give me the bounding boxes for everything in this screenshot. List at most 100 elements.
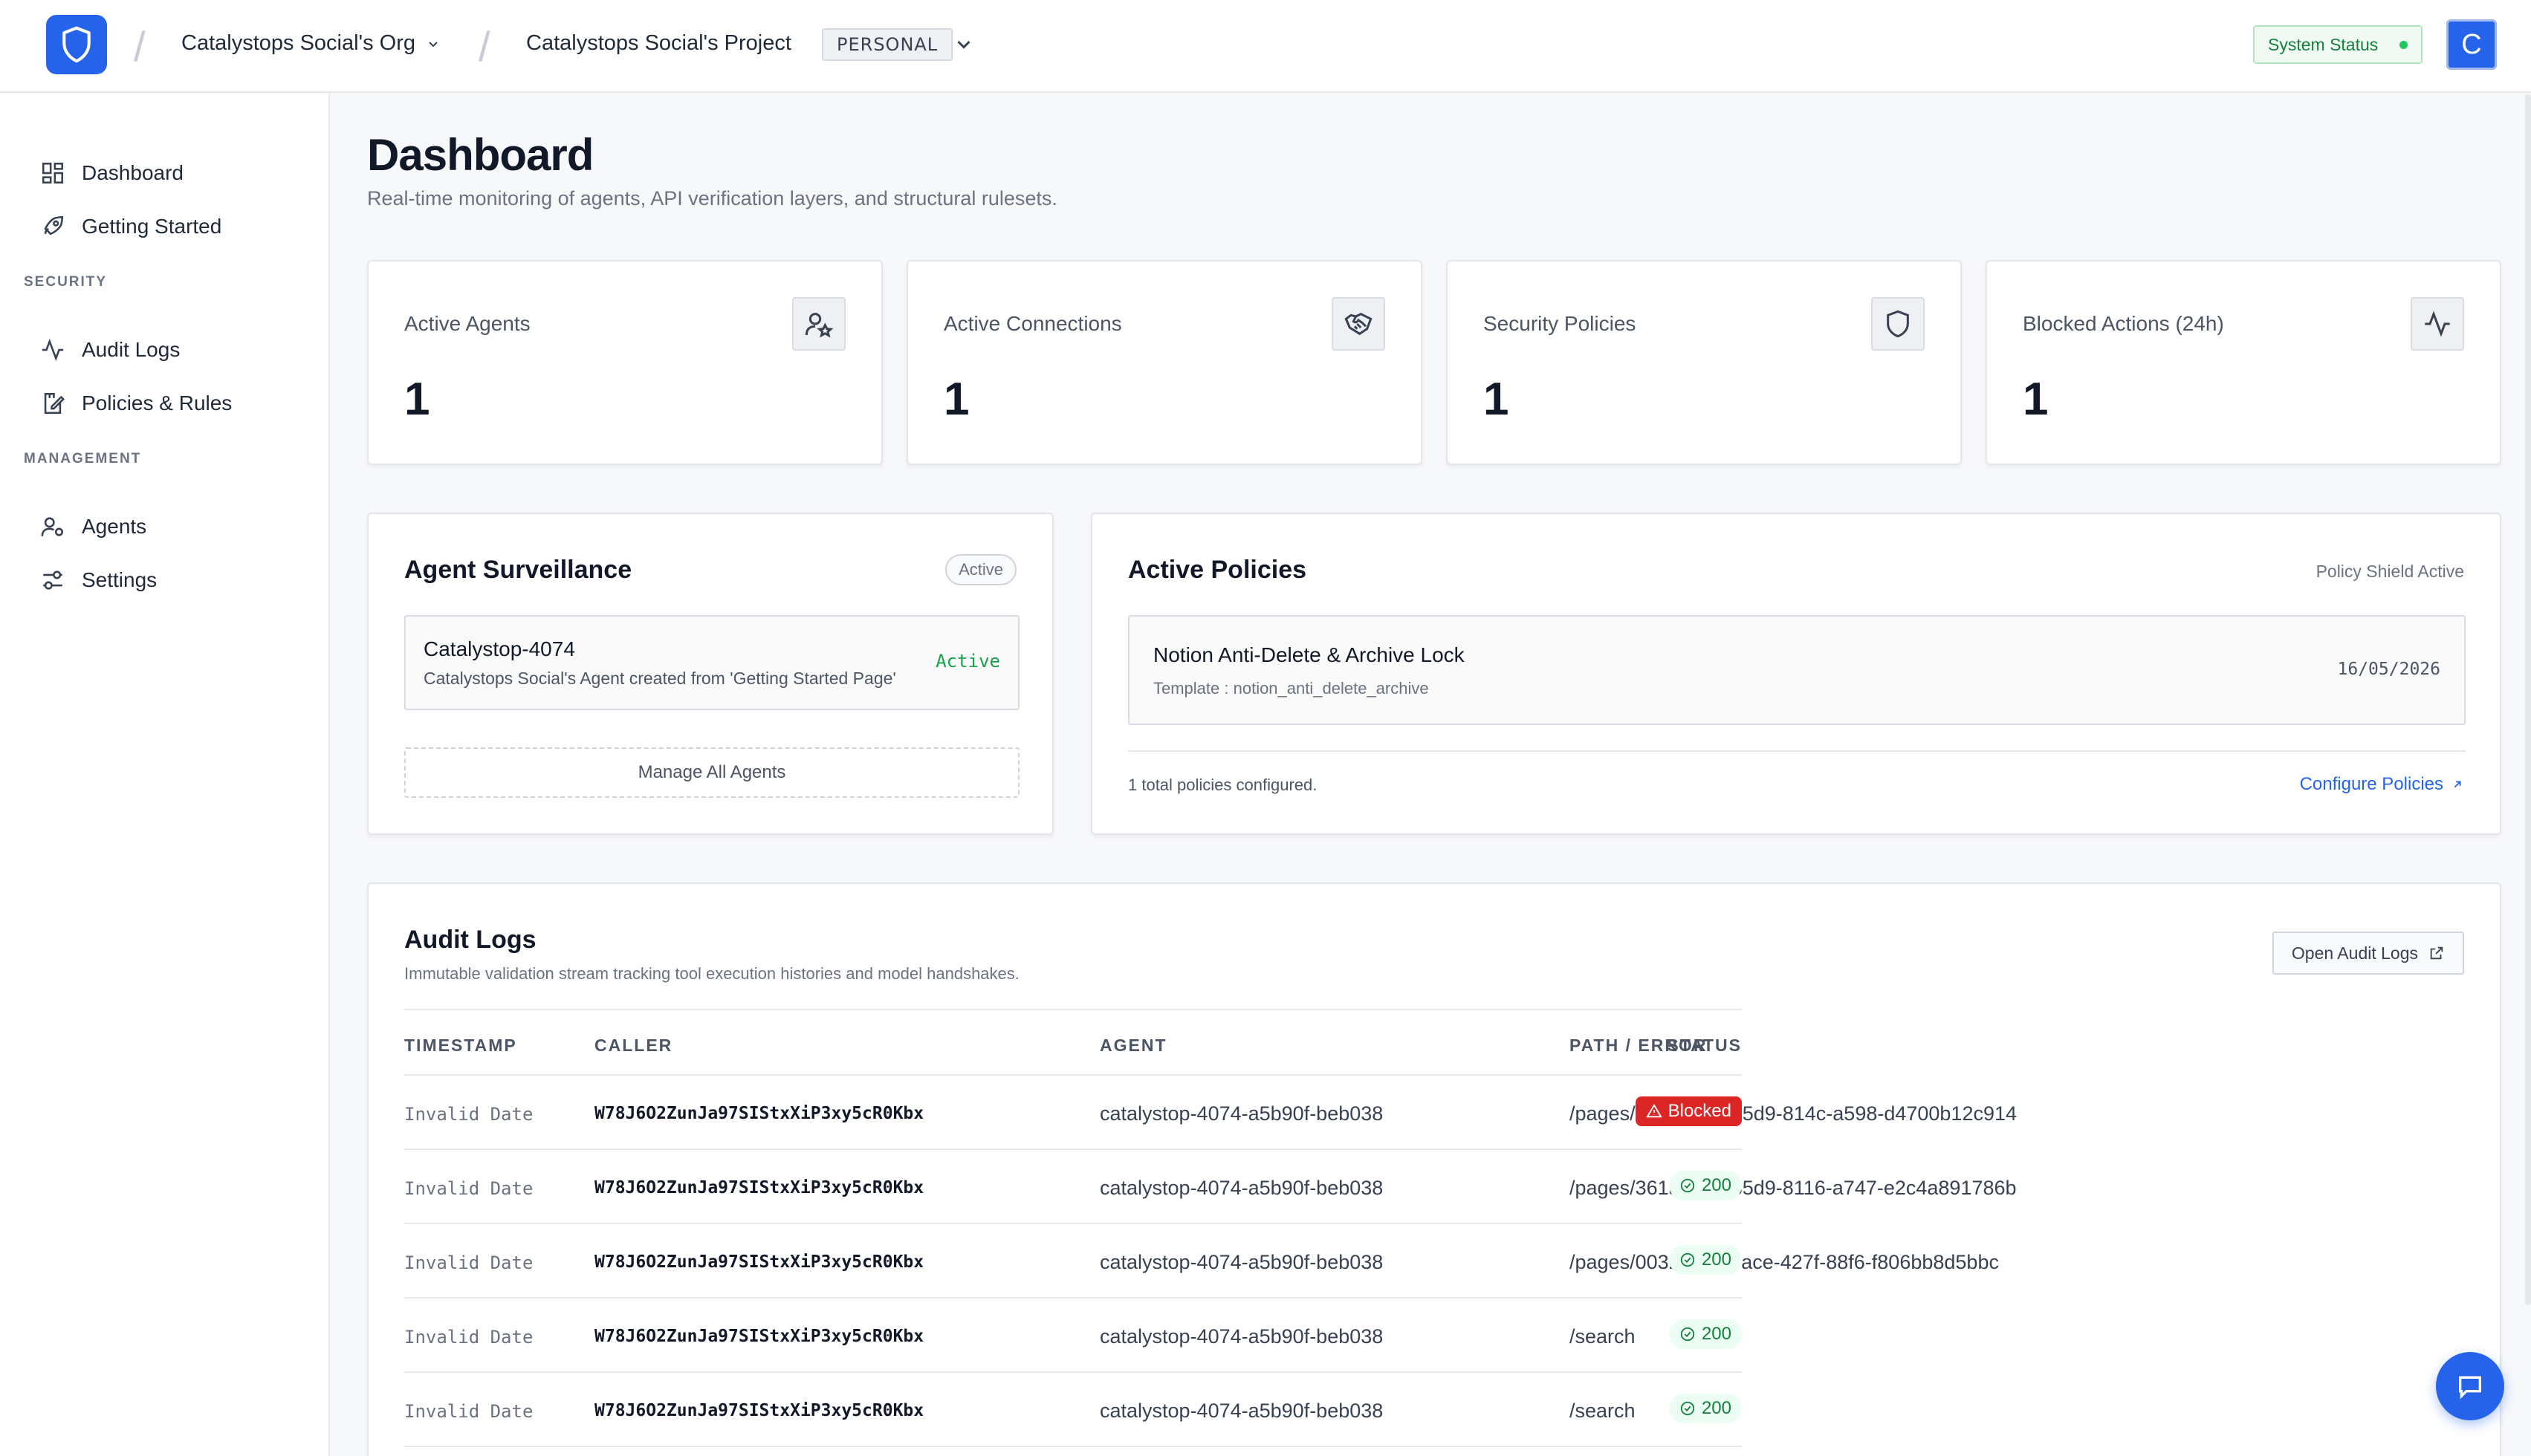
stat-label: Blocked Actions (24h) xyxy=(2023,312,2224,335)
manage-all-agents-button[interactable]: Manage All Agents xyxy=(404,747,1020,798)
table-row[interactable]: Invalid Date W78J6O2ZunJa97SIStxXiP3xy5c… xyxy=(404,1076,2017,1150)
status-label: 200 xyxy=(1701,1324,1731,1344)
table-row[interactable]: Invalid Date W78J6O2ZunJa97SIStxXiP3xy5c… xyxy=(404,1224,1999,1299)
handshake-icon xyxy=(1332,297,1385,351)
cell-path: /search xyxy=(1569,1400,1636,1422)
agent-surveillance-card: Agent Surveillance Active Catalystop-407… xyxy=(367,513,1054,835)
card-subtitle: Immutable validation stream tracking too… xyxy=(404,964,1020,983)
sidebar-item-getting-started[interactable]: Getting Started xyxy=(40,209,221,244)
agent-icon xyxy=(41,517,64,536)
policy-list-item[interactable]: Notion Anti-Delete & Archive Lock Templa… xyxy=(1128,615,2466,725)
policy-date: 16/05/2026 xyxy=(2337,660,2440,679)
table-row[interactable]: Invalid Date W78J6O2ZunJa97SIStxXiP3xy5c… xyxy=(404,1299,1742,1373)
agent-list-item[interactable]: Catalystop-4074 Catalystops Social's Age… xyxy=(404,615,1020,710)
stat-card-security-policies: Security Policies 1 xyxy=(1446,260,1962,465)
cell-agent: catalystop-4074-a5b90f-beb038 xyxy=(1100,1400,1384,1422)
system-status-label: System Status xyxy=(2268,34,2379,54)
page-title: Dashboard xyxy=(367,130,594,180)
system-status-button[interactable]: System Status xyxy=(2253,25,2423,64)
sidebar-item-agents[interactable]: Agents xyxy=(40,509,146,545)
stat-value: 1 xyxy=(1483,374,1509,425)
cell-timestamp: Invalid Date xyxy=(404,1104,534,1125)
chat-button[interactable] xyxy=(2436,1352,2504,1420)
scrollbar[interactable] xyxy=(2525,94,2531,1305)
cell-caller: W78J6O2ZunJa97SIStxXiP3xy5cR0Kbx xyxy=(594,1401,924,1420)
stat-label: Active Agents xyxy=(404,312,531,335)
audit-logs-card: Audit Logs Immutable validation stream t… xyxy=(367,883,2501,1456)
sidebar-item-settings[interactable]: Settings xyxy=(40,562,157,598)
policy-name: Notion Anti-Delete & Archive Lock xyxy=(1153,643,1465,666)
policy-template: Template : notion_anti_delete_archive xyxy=(1153,679,1429,698)
sidebar-item-dashboard[interactable]: Dashboard xyxy=(40,155,184,191)
stat-value: 1 xyxy=(944,374,970,425)
policy-total: 1 total policies configured. xyxy=(1128,776,1318,794)
cell-caller: W78J6O2ZunJa97SIStxXiP3xy5cR0Kbx xyxy=(594,1252,924,1272)
stat-card-active-connections: Active Connections 1 xyxy=(907,260,1422,465)
stat-value: 1 xyxy=(404,374,430,425)
status-dot-icon xyxy=(2399,40,2408,49)
column-header: TIMESTAMP xyxy=(404,1036,517,1055)
status-badge-ok: 200 xyxy=(1668,1171,1742,1200)
table-row[interactable]: Invalid Date W78J6O2ZunJa97SIStxXiP3xy5c… xyxy=(404,1373,1742,1447)
breadcrumb-separator: / xyxy=(134,23,146,70)
shield-logo-icon[interactable] xyxy=(46,15,107,74)
sidebar-section-management: MANAGEMENT xyxy=(24,451,142,467)
shield-icon xyxy=(1871,297,1925,351)
plan-tag: PERSONAL xyxy=(822,28,953,61)
top-bar: / Catalystops Social's Org / Catalystops… xyxy=(0,0,2531,93)
sidebar: Dashboard Getting Started SECURITY Audit… xyxy=(0,94,330,1456)
status-badge-ok: 200 xyxy=(1668,1319,1742,1349)
open-audit-logs-button[interactable]: Open Audit Logs xyxy=(2272,932,2464,975)
column-header: AGENT xyxy=(1100,1036,1167,1055)
configure-policies-link[interactable]: Configure Policies xyxy=(2300,774,2464,795)
cell-agent: catalystop-4074-a5b90f-beb038 xyxy=(1100,1102,1384,1125)
stat-card-blocked-actions: Blocked Actions (24h) 1 xyxy=(1986,260,2501,465)
status-label: 200 xyxy=(1701,1175,1731,1195)
sidebar-section-security: SECURITY xyxy=(24,274,108,290)
stat-card-active-agents: Active Agents 1 xyxy=(367,260,883,465)
cell-timestamp: Invalid Date xyxy=(404,1327,534,1348)
sidebar-item-label: Getting Started xyxy=(82,215,222,238)
sliders-icon xyxy=(43,571,62,590)
policy-shield-status: Policy Shield Active xyxy=(2316,562,2464,581)
stat-label: Active Connections xyxy=(944,312,1122,335)
column-header: STATUS xyxy=(1667,1036,1742,1055)
sidebar-item-label: Audit Logs xyxy=(82,338,181,361)
cell-timestamp: Invalid Date xyxy=(404,1401,534,1422)
dashboard-icon xyxy=(42,162,64,184)
breadcrumb-separator: / xyxy=(479,23,490,70)
stat-label: Security Policies xyxy=(1483,312,1636,335)
org-switcher[interactable]: Catalystops Social's Org xyxy=(181,31,441,56)
card-title: Active Policies xyxy=(1128,556,1307,584)
page-subtitle: Real-time monitoring of agents, API veri… xyxy=(367,187,1057,209)
cell-agent: catalystop-4074-a5b90f-beb038 xyxy=(1100,1251,1384,1273)
org-name: Catalystops Social's Org xyxy=(181,31,415,55)
table-row[interactable]: Invalid Date W78J6O2ZunJa97SIStxXiP3xy5c… xyxy=(404,1150,2017,1224)
sidebar-item-policies-rules[interactable]: Policies & Rules xyxy=(40,386,232,421)
pulse-icon xyxy=(2411,297,2464,351)
status-badge-blocked: Blocked xyxy=(1635,1096,1742,1126)
sidebar-item-audit-logs[interactable]: Audit Logs xyxy=(40,332,180,368)
agent-status: Active xyxy=(936,651,1000,672)
column-header: CALLER xyxy=(594,1036,673,1055)
cell-timestamp: Invalid Date xyxy=(404,1178,534,1199)
status-label: Blocked xyxy=(1668,1101,1731,1121)
status-label: 200 xyxy=(1701,1398,1731,1418)
sidebar-item-label: Agents xyxy=(82,515,147,538)
cell-timestamp: Invalid Date xyxy=(404,1252,534,1273)
chevron-down-icon[interactable] xyxy=(953,33,975,55)
check-circle-icon xyxy=(1680,1327,1695,1342)
status-badge: Active xyxy=(945,554,1017,585)
cell-caller: W78J6O2ZunJa97SIStxXiP3xy5cR0Kbx xyxy=(594,1327,924,1346)
card-title: Agent Surveillance xyxy=(404,556,632,584)
avatar[interactable]: C xyxy=(2446,19,2497,70)
arrow-up-right-icon xyxy=(2454,781,2461,788)
cell-caller: W78J6O2ZunJa97SIStxXiP3xy5cR0Kbx xyxy=(594,1178,924,1197)
table-header: TIMESTAMP CALLER AGENT PATH / ERROR STAT… xyxy=(404,1009,1742,1076)
card-title: Audit Logs xyxy=(404,926,537,954)
external-link-icon xyxy=(2430,946,2443,960)
chat-icon xyxy=(2459,1376,2481,1400)
policy-edit-icon xyxy=(44,392,65,415)
check-circle-icon xyxy=(1680,1178,1695,1193)
project-name[interactable]: Catalystops Social's Project xyxy=(526,31,791,56)
